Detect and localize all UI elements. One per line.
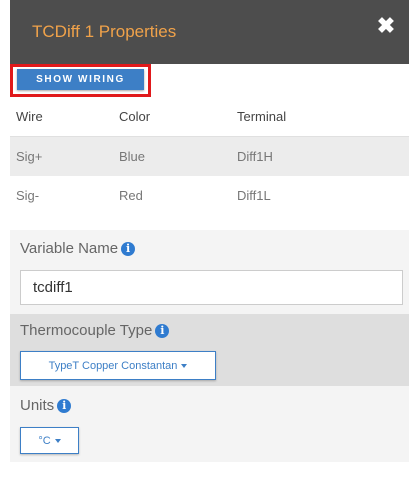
thermocouple-type-value: TypeT Copper Constantan [48, 359, 178, 372]
table-row: Sig+ Blue Diff1H [10, 136, 409, 176]
units-label: Units [20, 397, 55, 414]
wire-cell: Sig+ [16, 149, 43, 164]
variable-name-label-row: Variable Name i [20, 240, 136, 257]
column-header-terminal: Terminal [237, 109, 287, 124]
units-section: Units i °C [10, 386, 409, 462]
variable-name-input[interactable] [20, 270, 403, 305]
table-header-row: Wire Color Terminal [10, 98, 409, 136]
thermocouple-type-label: Thermocouple Type [20, 322, 153, 339]
info-icon[interactable]: i [121, 241, 136, 256]
variable-name-section: Variable Name i [10, 230, 409, 314]
info-icon[interactable]: i [155, 323, 170, 338]
show-wiring-button[interactable]: SHOW WIRING [17, 69, 144, 90]
color-cell: Red [119, 188, 143, 203]
column-header-color: Color [119, 109, 151, 124]
thermocouple-type-dropdown[interactable]: TypeT Copper Constantan [20, 351, 216, 380]
dialog-title: TCDiff 1 Properties [32, 22, 177, 41]
wire-cell: Sig- [16, 188, 40, 203]
close-icon[interactable]: ✖ [375, 15, 397, 37]
caret-down-icon [54, 438, 61, 443]
thermocouple-type-section: Thermocouple Type i TypeT Copper Constan… [10, 314, 409, 386]
wiring-table: Wire Color Terminal Sig+ Blue Diff1H Sig… [10, 98, 409, 216]
color-cell: Blue [119, 149, 146, 164]
caret-down-icon [181, 363, 188, 368]
dialog-header: TCDiff 1 Properties ✖ [10, 0, 409, 64]
table-row: Sig- Red Diff1L [10, 176, 409, 216]
variable-name-label: Variable Name [20, 240, 119, 257]
terminal-cell: Diff1L [237, 188, 271, 203]
info-icon[interactable]: i [57, 398, 72, 413]
units-value: °C [38, 434, 51, 447]
thermocouple-type-label-row: Thermocouple Type i [20, 322, 170, 339]
column-header-wire: Wire [16, 109, 43, 124]
units-dropdown[interactable]: °C [20, 427, 79, 454]
units-label-row: Units i [20, 397, 72, 414]
terminal-cell: Diff1H [237, 149, 273, 164]
